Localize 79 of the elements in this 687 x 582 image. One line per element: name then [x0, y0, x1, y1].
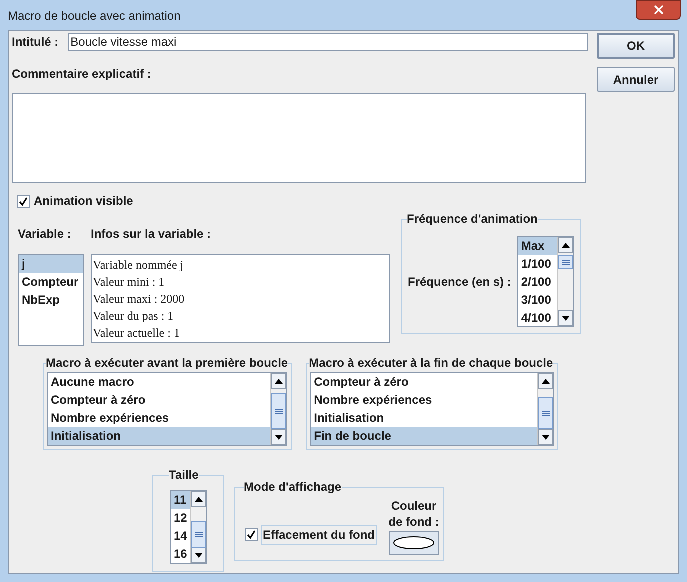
checkmark-icon [19, 196, 28, 206]
title-field[interactable]: Boucle vitesse maxi [68, 33, 588, 51]
color-swatch-icon [393, 536, 436, 550]
list-item[interactable]: Compteur à zéro [48, 391, 270, 409]
scrollbar[interactable] [537, 373, 554, 445]
scroll-thumb[interactable] [271, 393, 286, 429]
list-item[interactable]: NbExp [19, 291, 83, 309]
comment-field[interactable] [12, 93, 586, 183]
window-title: Macro de boucle avec animation [8, 8, 181, 25]
scroll-thumb[interactable] [191, 521, 206, 548]
up-arrow-icon [542, 378, 550, 384]
color-button[interactable] [389, 531, 440, 555]
scrollbar[interactable] [557, 237, 574, 326]
field-label: Infos sur la variable : [91, 226, 212, 243]
checkbox[interactable] [245, 528, 258, 541]
scroll-thumb[interactable] [538, 397, 554, 429]
list-item[interactable]: j [19, 255, 83, 273]
list-item[interactable]: Nombre expériences [48, 409, 270, 427]
dialog-button[interactable]: Annuler [597, 67, 675, 92]
field-label: Commentaire explicatif : [12, 66, 152, 83]
up-arrow-icon [194, 496, 202, 502]
info-line: Valeur actuelle : 1 [93, 325, 181, 342]
group-title: Taille [169, 467, 199, 484]
list-item[interactable]: Initialisation [48, 427, 270, 445]
down-arrow-icon [542, 434, 550, 440]
field-label: Fréquence (en s) : [408, 274, 512, 290]
group-title: Macro à exécuter à la fin de chaque boucle [309, 355, 554, 372]
scroll-down-button[interactable] [271, 429, 286, 445]
list-item[interactable]: Aucune macro [48, 373, 270, 391]
list-item[interactable]: 11 [171, 491, 190, 509]
scroll-up-button[interactable] [538, 373, 554, 389]
grip-icon [274, 408, 282, 414]
list-item[interactable]: 4/100 [518, 309, 558, 326]
list-item[interactable]: 12 [171, 509, 190, 527]
group-title: Macro à exécuter avant la première boucle [46, 355, 288, 372]
list-item[interactable]: Fin de boucle [311, 427, 538, 445]
info-line: Variable nommée j [93, 257, 185, 274]
list-item[interactable]: Nombre expériences [311, 391, 538, 409]
list-item[interactable]: 16 [171, 545, 190, 563]
scrollbar[interactable] [270, 373, 286, 445]
field-label: Variable : [18, 226, 72, 243]
grip-icon [562, 260, 570, 264]
scroll-thumb[interactable] [558, 255, 574, 269]
checkbox-label: Animation visible [34, 193, 134, 210]
group-title: Fréquence d'animation [407, 211, 538, 228]
scroll-down-button[interactable] [191, 547, 206, 563]
down-arrow-icon [562, 316, 570, 320]
list-item[interactable]: 2/100 [518, 273, 558, 291]
scroll-down-button[interactable] [558, 310, 574, 326]
info-line: Valeur maxi : 2000 [93, 291, 186, 308]
list-item[interactable]: Compteur à zéro [311, 373, 538, 391]
checkbox-label: Effacement du fond [261, 524, 378, 544]
checkbox[interactable] [17, 194, 30, 208]
scroll-up-button[interactable] [558, 237, 574, 253]
info-line: Valeur mini : 1 [93, 274, 166, 291]
close-icon [652, 3, 666, 17]
up-arrow-icon [562, 242, 570, 248]
list-item[interactable]: 14 [171, 527, 190, 545]
list-item[interactable]: Compteur [19, 273, 83, 291]
close-button[interactable] [636, 0, 681, 20]
dialog-button[interactable]: OK [597, 33, 675, 59]
scrollbar[interactable] [190, 491, 206, 563]
down-arrow-icon [274, 434, 282, 440]
grip-icon [542, 410, 550, 416]
group-title: Mode d'affichage [244, 479, 342, 496]
info-line: Valeur du pas : 1 [93, 308, 175, 325]
checkmark-icon [247, 530, 256, 539]
scroll-up-button[interactable] [191, 491, 206, 507]
list-item[interactable]: 3/100 [518, 291, 558, 309]
list-item[interactable]: 1/100 [518, 255, 558, 273]
list-item[interactable]: Initialisation [311, 409, 538, 427]
field-label: Intitulé : [12, 34, 59, 51]
up-arrow-icon [274, 378, 282, 384]
scroll-down-button[interactable] [538, 429, 554, 445]
list-item[interactable]: Max [518, 237, 558, 255]
grip-icon [194, 532, 202, 537]
field-label: Couleur de fond : [388, 498, 440, 530]
down-arrow-icon [194, 552, 202, 558]
scroll-up-button[interactable] [271, 373, 286, 389]
